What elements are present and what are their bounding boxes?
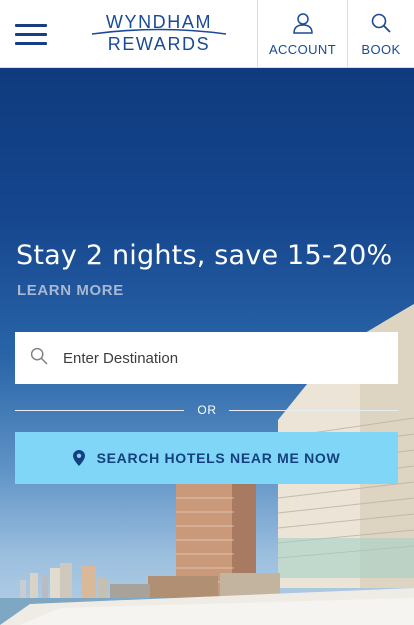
- hero-banner: Stay 2 nights, save 15-20% LEARN MORE OR…: [0, 68, 414, 625]
- destination-input[interactable]: [63, 332, 383, 384]
- menu-button[interactable]: [0, 0, 62, 68]
- account-label: ACCOUNT: [268, 42, 337, 57]
- wyndham-rewards-logo[interactable]: WYNDHAM REWARDS: [62, 0, 257, 67]
- promo-title: Stay 2 nights, save 15-20%: [16, 240, 393, 271]
- book-button[interactable]: BOOK: [347, 0, 414, 67]
- divider-line-left: [15, 410, 184, 411]
- search-hotels-near-me-button[interactable]: SEARCH HOTELS NEAR ME NOW: [15, 432, 398, 484]
- or-label: OR: [197, 403, 217, 417]
- divider-line-right: [229, 410, 398, 411]
- or-divider: OR: [15, 402, 398, 418]
- learn-more-link[interactable]: LEARN MORE: [17, 282, 124, 299]
- logo-wordmark-bottom: REWARDS: [107, 34, 211, 54]
- destination-search-field[interactable]: [15, 332, 398, 384]
- location-pin-icon: [72, 450, 85, 466]
- menu-icon-bar: [15, 42, 47, 45]
- near-me-label: SEARCH HOTELS NEAR ME NOW: [96, 450, 341, 466]
- search-icon: [371, 13, 391, 33]
- top-header: WYNDHAM REWARDS ACCOUNT BOOK: [0, 0, 414, 68]
- account-button[interactable]: ACCOUNT: [257, 0, 347, 67]
- menu-icon-bar: [15, 33, 47, 36]
- book-label: BOOK: [361, 42, 401, 57]
- menu-icon-bar: [15, 24, 47, 27]
- search-icon: [30, 347, 48, 365]
- user-icon: [292, 13, 313, 34]
